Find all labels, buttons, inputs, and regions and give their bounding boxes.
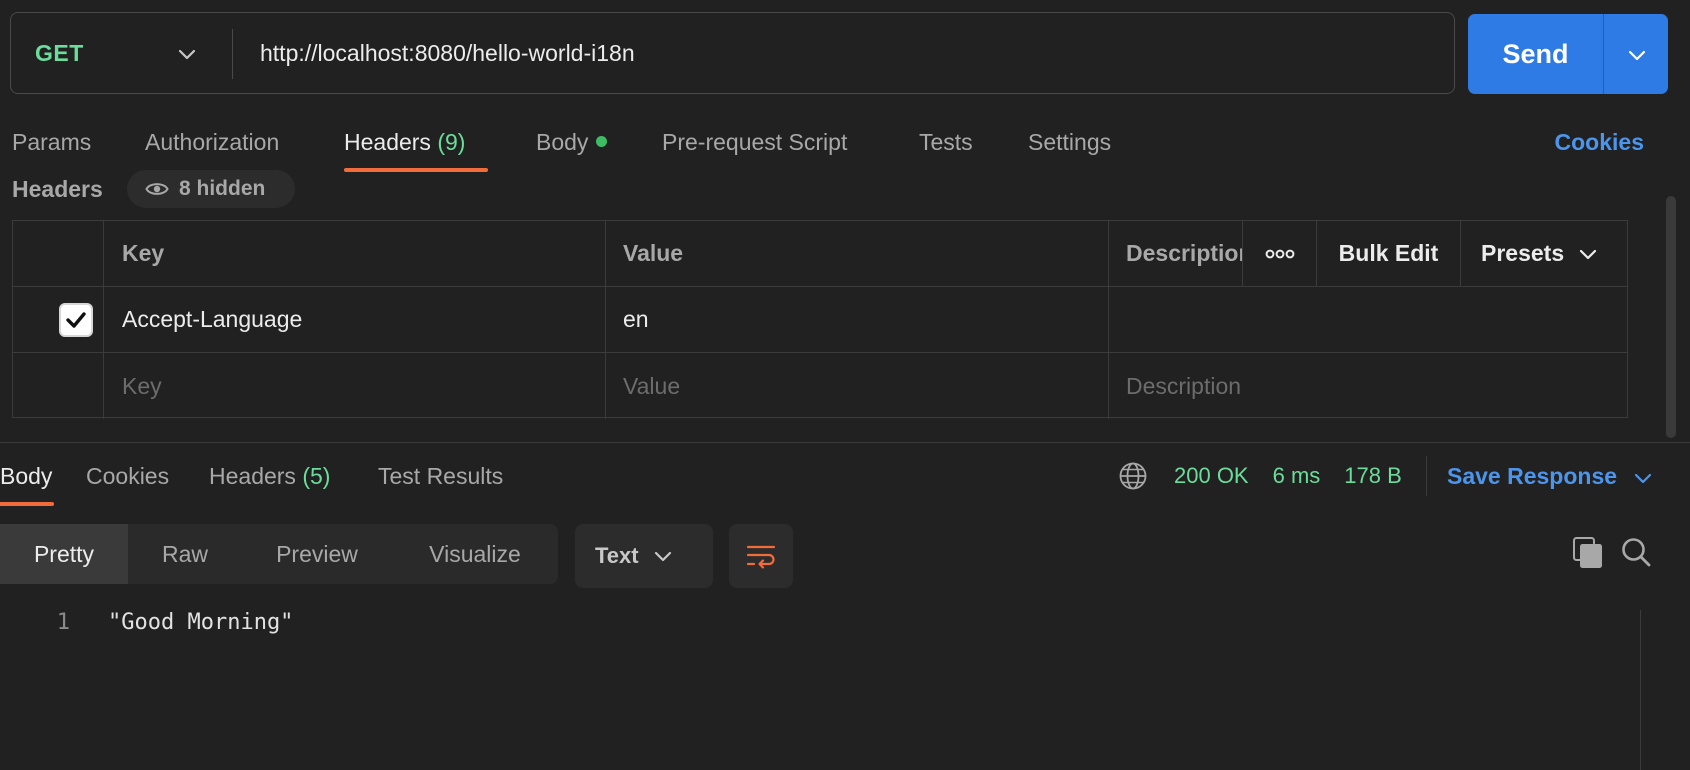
method-label: GET [35, 39, 84, 66]
response-tab-cookies[interactable]: Cookies [86, 458, 169, 494]
check-icon [66, 311, 86, 328]
more-horizontal-icon [1265, 249, 1294, 258]
new-row-check-cell [13, 353, 104, 419]
vertical-scrollbar[interactable] [1666, 196, 1676, 438]
save-response-dropdown[interactable]: Save Response [1447, 458, 1653, 494]
response-size[interactable]: 178 B [1344, 458, 1402, 494]
row-checkbox[interactable] [59, 302, 93, 337]
view-mode-visualize[interactable]: Visualize [392, 524, 558, 584]
wrap-text-icon [746, 545, 776, 569]
column-header-key: Key [104, 221, 606, 286]
more-options-button[interactable] [1243, 221, 1317, 286]
tab-headers[interactable]: Headers (9) [344, 120, 465, 174]
response-body-line: "Good Morning" [108, 610, 294, 635]
body-indicator-dot [596, 136, 608, 148]
method-select[interactable]: GET [11, 13, 231, 93]
table-header-row: Key Value Description Bulk Edit Presets [13, 221, 1627, 287]
send-button-group: Send [1468, 14, 1668, 94]
search-icon [1622, 538, 1651, 567]
response-divider[interactable] [0, 442, 1690, 443]
view-mode-raw[interactable]: Raw [128, 524, 242, 584]
response-active-tab-underline [0, 502, 54, 506]
hidden-headers-toggle[interactable]: 8 hidden [127, 170, 295, 208]
active-tab-underline [344, 168, 488, 172]
hidden-headers-label: 8 hidden [179, 177, 266, 200]
tab-body[interactable]: Body [536, 120, 608, 174]
response-tab-body[interactable]: Body [0, 458, 52, 494]
view-mode-preview[interactable]: Preview [242, 524, 392, 584]
chevron-down-icon [178, 49, 196, 60]
response-tab-headers-label: Headers [209, 463, 296, 489]
url-input[interactable]: http://localhost:8080/hello-world-i18n [260, 13, 635, 93]
header-check-column [13, 221, 104, 286]
column-header-value: Value [606, 221, 1109, 286]
header-value-input[interactable]: en [606, 287, 1109, 352]
presets-dropdown[interactable]: Presets [1461, 221, 1629, 286]
save-separator [1426, 456, 1427, 496]
code-scroll-track [1640, 610, 1641, 770]
tab-authorization[interactable]: Authorization [145, 120, 279, 174]
tab-params[interactable]: Params [12, 120, 91, 174]
url-bar: GET http://localhost:8080/hello-world-i1… [10, 12, 1455, 94]
format-label: Text [595, 543, 639, 568]
send-button[interactable]: Send [1468, 14, 1603, 94]
response-tab-headers[interactable]: Headers (5) [209, 458, 330, 494]
wrap-lines-button[interactable] [729, 524, 793, 588]
search-button[interactable] [1620, 536, 1652, 573]
send-separator [1603, 14, 1604, 94]
table-row: Accept-Language en [13, 287, 1627, 353]
headers-table: Key Value Description Bulk Edit Presets [12, 220, 1628, 419]
response-time[interactable]: 6 ms [1273, 458, 1321, 494]
presets-label: Presets [1481, 240, 1565, 266]
chevron-down-icon [654, 551, 671, 562]
tab-pre-request-script[interactable]: Pre-request Script [662, 120, 847, 174]
tab-tests[interactable]: Tests [919, 120, 973, 174]
header-description-input[interactable] [1109, 287, 1629, 352]
cookies-link[interactable]: Cookies [1555, 120, 1644, 164]
chevron-down-icon [1580, 249, 1597, 259]
url-divider [232, 29, 233, 79]
new-value-input[interactable]: Value [606, 353, 1109, 419]
tab-settings[interactable]: Settings [1028, 120, 1111, 174]
chevron-down-icon [1635, 473, 1652, 484]
bulk-edit-button[interactable]: Bulk Edit [1317, 221, 1461, 286]
response-tab-test-results[interactable]: Test Results [378, 458, 503, 494]
header-key-input[interactable]: Accept-Language [104, 287, 606, 352]
globe-icon[interactable] [1118, 461, 1148, 491]
copy-icon [1573, 537, 1602, 568]
copy-button[interactable] [1572, 536, 1604, 575]
status-code[interactable]: 200 OK [1174, 458, 1249, 494]
format-dropdown[interactable]: Text [575, 524, 713, 588]
eye-icon [145, 183, 169, 195]
view-mode-pretty[interactable]: Pretty [0, 524, 128, 584]
line-number: 1 [56, 610, 70, 635]
save-response-label: Save Response [1447, 463, 1618, 489]
new-key-input[interactable]: Key [104, 353, 606, 419]
view-mode-selector: Pretty Raw Preview Visualize [0, 524, 558, 584]
headers-section-title: Headers [12, 176, 103, 202]
tab-headers-label: Headers [344, 129, 431, 155]
row-check-cell [13, 287, 104, 352]
table-row-new: Key Value Description [13, 353, 1627, 419]
send-options-chevron-icon[interactable] [1626, 44, 1648, 66]
new-description-input[interactable]: Description [1109, 353, 1629, 419]
tab-headers-count: (9) [437, 129, 466, 155]
column-header-description: Description [1109, 221, 1243, 286]
request-tabs: Params Authorization Headers (9) Body Pr… [0, 120, 1690, 174]
response-status-area: 200 OK 6 ms 178 B [1118, 458, 1402, 494]
response-tab-headers-count: (5) [302, 463, 331, 489]
tab-body-label: Body [536, 129, 589, 155]
